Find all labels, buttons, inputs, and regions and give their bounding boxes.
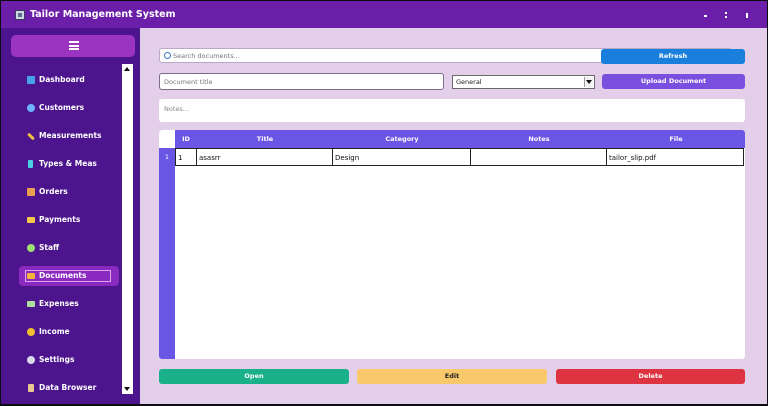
column-header-notes[interactable]: Notes (471, 130, 607, 148)
moneybag-icon (27, 328, 35, 336)
chevron-down-icon (586, 80, 592, 84)
file-icon (28, 384, 34, 392)
cell-file[interactable]: tailor_slip.pdf (607, 148, 744, 166)
group-icon (27, 244, 35, 252)
sidebar-item-expenses[interactable]: Expenses (19, 294, 119, 314)
dropdown-arrow[interactable] (584, 77, 593, 87)
hamburger-icon (69, 41, 79, 50)
sidebar-item-data-browser[interactable]: Data Browser (19, 378, 119, 398)
sidebar-item-types-meas[interactable]: Types & Meas (19, 154, 119, 174)
card-icon (27, 217, 35, 223)
chevron-down-icon (124, 387, 130, 391)
ruler-icon (27, 132, 35, 141)
sidebar-item-customers[interactable]: Customers (19, 98, 119, 118)
column-header-category[interactable]: Category (333, 130, 471, 148)
scroll-down-button[interactable] (123, 384, 132, 393)
app-icon (15, 10, 25, 20)
table-corner (159, 130, 175, 148)
box-icon (27, 188, 35, 196)
chart-icon (27, 76, 35, 84)
title-bar[interactable]: Tailor Management System (1, 1, 767, 28)
cell-title[interactable]: asasrr (197, 148, 333, 166)
spool-icon (28, 160, 33, 168)
edit-button[interactable]: Edit (357, 369, 547, 384)
column-header-title[interactable]: Title (197, 130, 333, 148)
cell-category[interactable]: Design (333, 148, 471, 166)
folder-icon (27, 273, 35, 279)
column-header-file[interactable]: File (607, 130, 745, 148)
sidebar-item-measurements[interactable]: Measurements (19, 126, 119, 146)
cell-id[interactable]: 1 (175, 148, 197, 166)
scroll-up-button[interactable] (123, 65, 132, 74)
row-header-column (159, 148, 175, 359)
open-button[interactable]: Open (159, 369, 349, 384)
sidebar-item-documents[interactable]: Documents (19, 266, 119, 286)
search-icon (164, 52, 171, 59)
row-number: 1 (159, 148, 175, 166)
notes-field[interactable]: Notes... (159, 99, 745, 122)
sidebar-item-income[interactable]: Income (19, 322, 119, 342)
sidebar-scrollbar[interactable] (122, 64, 133, 394)
refresh-button[interactable]: Refresh (601, 49, 745, 64)
gear-icon (27, 356, 35, 364)
people-icon (27, 104, 35, 112)
upload-document-button[interactable]: Upload Document (602, 74, 745, 89)
column-header-id[interactable]: ID (175, 130, 197, 148)
menu-toggle-button[interactable] (11, 35, 135, 57)
sidebar-item-dashboard[interactable]: Dashboard (19, 70, 119, 90)
document-title-input[interactable] (164, 77, 434, 87)
documents-table: ID Title Category Notes File 1 1 asasrr … (159, 130, 745, 359)
sidebar: Dashboard Customers Measurements Types &… (1, 28, 140, 404)
notes-placeholder: Notes... (164, 105, 189, 113)
sidebar-item-orders[interactable]: Orders (19, 182, 119, 202)
main-panel: Refresh General Upload Document Notes...… (140, 28, 767, 404)
sidebar-item-settings[interactable]: Settings (19, 350, 119, 370)
document-title-field[interactable] (159, 73, 444, 90)
table-row[interactable]: 1 1 asasrr Design tailor_slip.pdf (159, 148, 745, 166)
app-window: Tailor Management System Dashboard Custo… (1, 1, 767, 404)
table-header: ID Title Category Notes File (159, 130, 745, 148)
category-select[interactable]: General (452, 75, 595, 89)
close-button[interactable] (740, 8, 754, 22)
chevron-up-icon (124, 67, 130, 71)
delete-button[interactable]: Delete (556, 369, 745, 384)
cell-notes[interactable] (471, 148, 607, 166)
money-icon (27, 301, 35, 307)
minimize-button[interactable] (698, 8, 712, 22)
window-title: Tailor Management System (30, 9, 176, 20)
maximize-button[interactable] (719, 8, 733, 22)
sidebar-item-payments[interactable]: Payments (19, 210, 119, 230)
sidebar-item-staff[interactable]: Staff (19, 238, 119, 258)
category-select-value: General (456, 78, 482, 86)
